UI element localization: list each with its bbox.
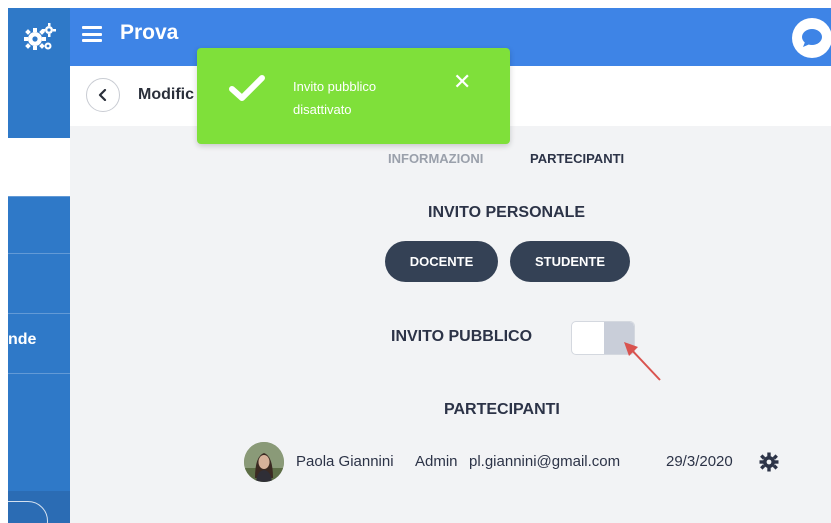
chat-icon[interactable] bbox=[792, 18, 831, 58]
red-arrow bbox=[624, 342, 661, 381]
close-icon[interactable]: ✕ bbox=[453, 70, 471, 94]
sidebar-divider bbox=[8, 253, 70, 254]
participant-name: Paola Giannini bbox=[296, 453, 394, 470]
tab-informazioni[interactable]: INFORMAZIONI bbox=[388, 151, 483, 166]
app-frame: nde Prova Modific Invito pubblico disatt… bbox=[8, 8, 831, 523]
participant-email: pl.giannini@gmail.com bbox=[469, 453, 621, 470]
personal-invite-title: INVITO PERSONALE bbox=[428, 204, 586, 221]
gear-icon[interactable] bbox=[759, 452, 779, 472]
sidebar-divider bbox=[8, 373, 70, 374]
invite-docente-button[interactable]: DOCENTE bbox=[385, 241, 498, 282]
participant-role: Admin bbox=[415, 453, 458, 470]
toast-message: Invito pubblico disattivato bbox=[293, 79, 377, 117]
back-chevron-icon bbox=[98, 89, 107, 101]
avatar bbox=[244, 442, 284, 482]
page-title: Modific bbox=[138, 86, 194, 103]
app-title: Prova bbox=[120, 21, 179, 44]
check-icon bbox=[229, 75, 265, 101]
sidebar-divider bbox=[8, 313, 70, 314]
public-invite-title: INVITO PUBBLICO bbox=[391, 328, 533, 345]
participants-title: PARTECIPANTI bbox=[444, 401, 560, 418]
invite-studente-button[interactable]: STUDENTE bbox=[510, 241, 630, 282]
sidebar: nde bbox=[8, 8, 70, 523]
participant-date: 29/3/2020 bbox=[666, 453, 733, 470]
table-row: Paola Giannini Admin pl.giannini@gmail.c… bbox=[244, 442, 804, 482]
sidebar-item-label[interactable]: nde bbox=[8, 331, 36, 349]
toast-notification: Invito pubblico disattivato ✕ bbox=[197, 48, 510, 144]
sidebar-highlight bbox=[8, 138, 70, 196]
gears-icon[interactable] bbox=[8, 8, 70, 66]
back-button[interactable] bbox=[86, 78, 120, 112]
menu-icon[interactable] bbox=[82, 26, 102, 42]
tab-partecipanti[interactable]: PARTECIPANTI bbox=[530, 151, 624, 166]
sidebar-divider bbox=[8, 196, 70, 197]
